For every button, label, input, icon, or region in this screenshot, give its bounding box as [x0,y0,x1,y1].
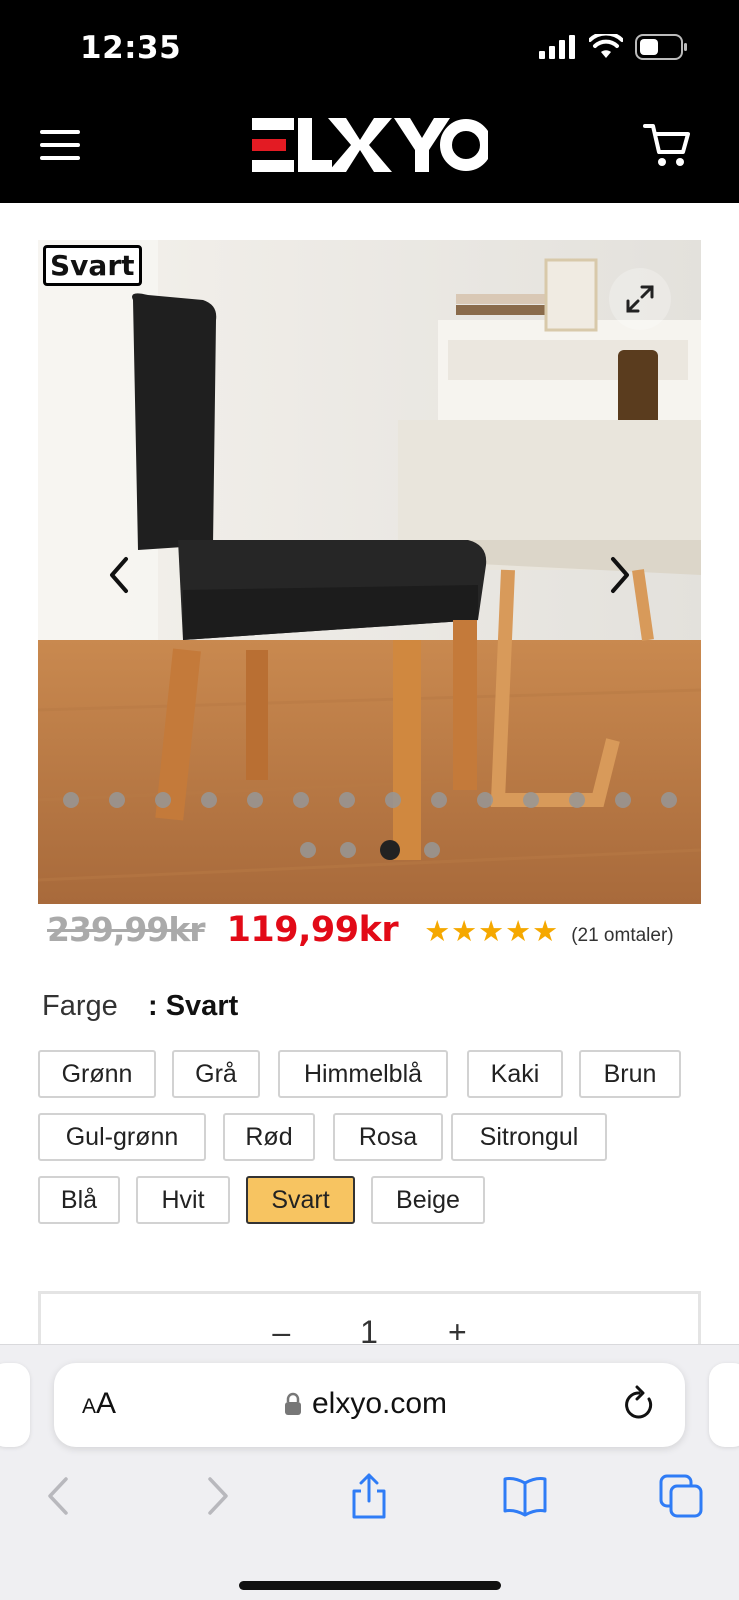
color-option-himmelbla[interactable]: Himmelblå [278,1050,448,1098]
carousel-dot[interactable] [384,792,401,808]
carousel-dot[interactable] [299,842,316,858]
status-bar: 12:35 [0,0,739,100]
tabs-icon[interactable] [658,1473,704,1519]
old-price: 239,99kr [47,910,206,949]
signal-icon [539,35,575,59]
carousel-dot[interactable] [339,842,356,858]
expand-icon[interactable] [609,268,671,330]
sale-price: 119,99kr [226,910,399,950]
forward-icon[interactable] [192,1473,238,1519]
wifi-icon [589,34,623,58]
address-bar[interactable]: AA elxyo.com [54,1363,685,1447]
color-option-bla[interactable]: Blå [38,1176,120,1224]
carousel-dots [38,792,701,808]
color-option-svart[interactable]: Svart [246,1176,355,1224]
price-row: 239,99kr 119,99kr ★★★★★ (21 omtaler) [47,910,674,950]
selected-color: : Svart [148,990,239,1022]
cart-icon[interactable] [643,122,691,168]
carousel-dot[interactable] [568,792,585,808]
carousel-dot[interactable] [476,792,493,808]
carousel-dot[interactable] [379,840,400,860]
status-icons [539,34,689,60]
color-option-hvit[interactable]: Hvit [136,1176,230,1224]
back-icon[interactable] [38,1473,84,1519]
color-option-rosa[interactable]: Rosa [333,1113,443,1161]
reload-icon[interactable] [621,1385,657,1425]
menu-icon[interactable] [40,130,82,170]
site-header [0,100,739,203]
carousel-dot[interactable] [292,792,309,808]
chevron-right-icon[interactable] [605,555,635,595]
color-option-gronn[interactable]: Grønn [38,1050,156,1098]
quantity-stepper: – 1 + [38,1291,701,1351]
carousel-dot[interactable] [614,792,631,808]
browser-toolbar [0,1473,739,1533]
url-display[interactable]: elxyo.com [284,1387,447,1421]
lock-icon [285,1392,301,1415]
color-option-sitrongul[interactable]: Sitrongul [451,1113,607,1161]
carousel-dots [38,840,701,860]
next-tab-peek[interactable] [709,1363,739,1447]
status-time: 12:35 [80,30,182,66]
browser-bar: AA elxyo.com [0,1344,739,1600]
carousel-dot[interactable] [200,792,217,808]
color-option-kaki[interactable]: Kaki [467,1050,563,1098]
previous-tab-peek[interactable] [0,1363,30,1447]
carousel-dot[interactable] [246,792,263,808]
carousel-dot[interactable] [423,842,440,858]
carousel-dot[interactable] [108,792,125,808]
url-text: elxyo.com [312,1387,448,1420]
share-icon[interactable] [346,1473,392,1519]
color-label: Farge [42,990,118,1022]
carousel-dot[interactable] [430,792,447,808]
color-option-rod[interactable]: Rød [223,1113,315,1161]
color-option-gra[interactable]: Grå [172,1050,260,1098]
battery-icon [635,34,687,60]
elxyo-logo[interactable] [252,116,488,174]
carousel-dot[interactable] [522,792,539,808]
variant-tag: Svart [43,245,142,286]
carousel-dot[interactable] [338,792,355,808]
rating-stars[interactable]: ★★★★★ [424,914,559,949]
review-count[interactable]: (21 omtaler) [571,925,673,947]
home-indicator [239,1581,501,1590]
color-option-gul-gronn[interactable]: Gul-grønn [38,1113,206,1161]
color-option-brun[interactable]: Brun [579,1050,681,1098]
carousel-dot[interactable] [154,792,171,808]
chevron-left-icon[interactable] [104,555,134,595]
reader-settings-button[interactable]: AA [82,1387,116,1421]
carousel-dot[interactable] [62,792,79,808]
carousel-dot[interactable] [660,792,677,808]
color-option-beige[interactable]: Beige [371,1176,485,1224]
bookmarks-icon[interactable] [502,1473,548,1519]
